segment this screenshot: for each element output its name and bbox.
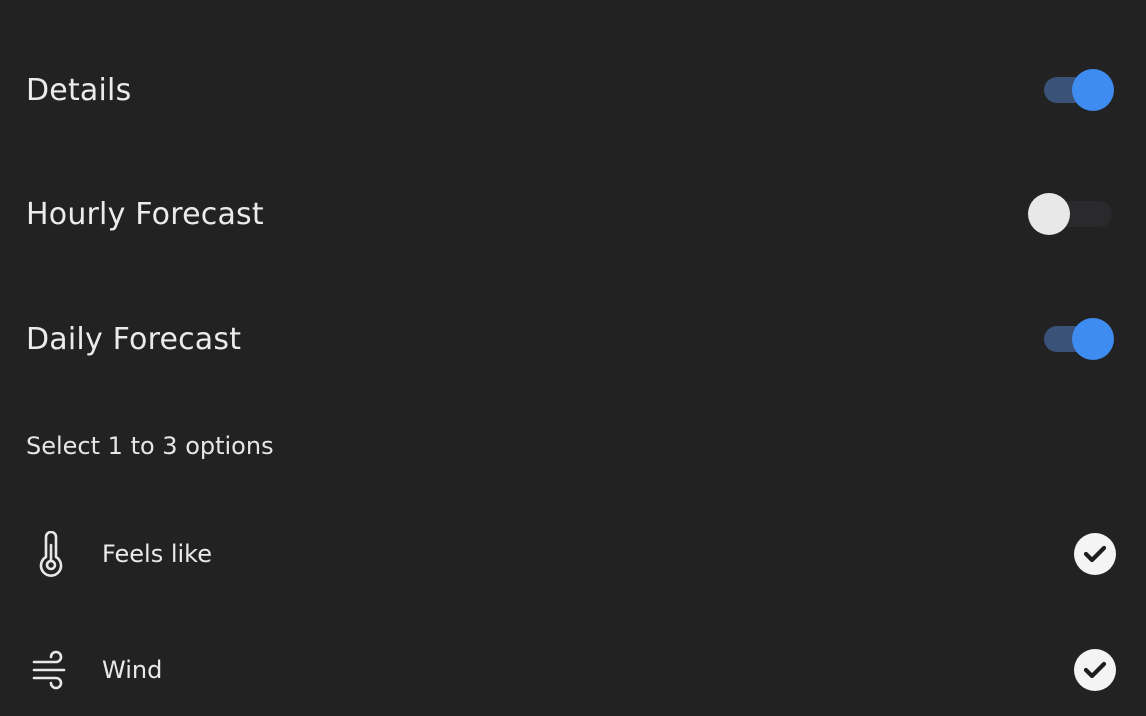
- check-icon: [1083, 545, 1107, 563]
- daily-forecast-label: Daily Forecast: [26, 321, 242, 357]
- thermometer-icon: [30, 530, 72, 577]
- option-wind[interactable]: Wind: [0, 646, 1146, 694]
- feels-like-checkmark[interactable]: [1074, 533, 1116, 575]
- option-label: Wind: [102, 656, 163, 684]
- options-header: Select 1 to 3 options: [26, 432, 274, 460]
- details-row[interactable]: Details: [0, 60, 1146, 120]
- option-feels-like[interactable]: Feels like: [0, 530, 1146, 578]
- wind-icon: [30, 647, 72, 693]
- toggle-thumb: [1072, 69, 1114, 111]
- hourly-forecast-label: Hourly Forecast: [26, 196, 264, 232]
- wind-checkmark[interactable]: [1074, 649, 1116, 691]
- details-label: Details: [26, 72, 132, 108]
- toggle-thumb: [1028, 193, 1070, 235]
- daily-forecast-toggle[interactable]: [1042, 318, 1114, 360]
- toggle-thumb: [1072, 318, 1114, 360]
- hourly-forecast-toggle[interactable]: [1028, 193, 1116, 235]
- weather-settings-screen: Details Hourly Forecast Daily Forecast S…: [0, 0, 1146, 716]
- option-label: Feels like: [102, 540, 212, 568]
- daily-forecast-row[interactable]: Daily Forecast: [0, 309, 1146, 369]
- check-icon: [1083, 661, 1107, 679]
- details-toggle[interactable]: [1042, 69, 1114, 111]
- hourly-forecast-row[interactable]: Hourly Forecast: [0, 184, 1146, 244]
